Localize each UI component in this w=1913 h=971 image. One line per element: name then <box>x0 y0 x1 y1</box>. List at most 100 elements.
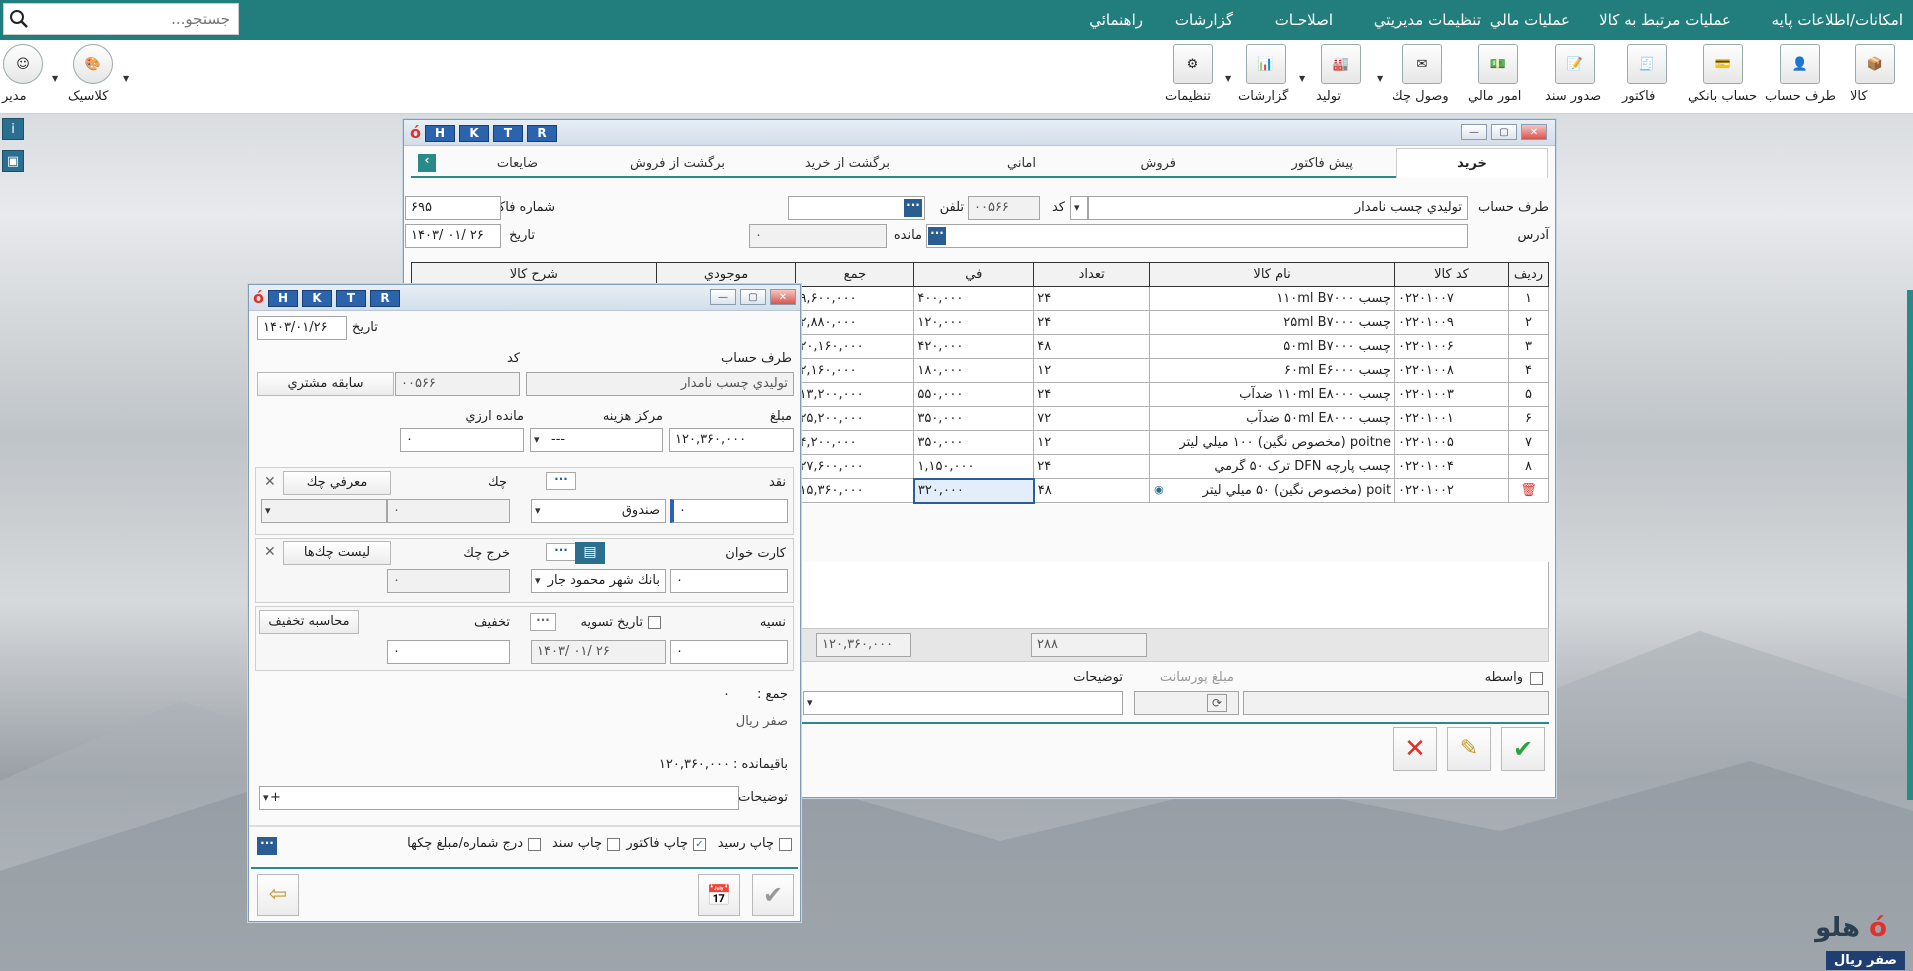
tab-proforma[interactable]: پيش فاکتور <box>1291 156 1353 171</box>
refresh-icon[interactable]: ⟳ <box>1207 694 1227 712</box>
hotkey-h[interactable]: H <box>268 289 298 307</box>
chevron-down-icon[interactable]: ▼ <box>52 74 58 83</box>
tool-production[interactable]: 🏭 توليد <box>1316 44 1366 110</box>
menu-reports[interactable]: گزارشات <box>1175 11 1233 29</box>
menu-help[interactable]: راهنمائي <box>1089 11 1143 29</box>
row-number-cell[interactable]: ۳ <box>1507 334 1550 359</box>
row-number-cell[interactable]: ۱ <box>1507 286 1550 311</box>
quantity-cell[interactable]: ۴۸ <box>1033 334 1151 359</box>
cheque-dropdown[interactable] <box>261 499 387 523</box>
minimize-icon[interactable]: — <box>710 289 736 305</box>
more-icon[interactable]: ··· <box>546 543 576 561</box>
price-cell[interactable]: ۳۲۰,۰۰۰ <box>912 477 1035 504</box>
address-field[interactable] <box>926 224 1468 248</box>
add-description[interactable]: + <box>270 787 281 809</box>
credit-field[interactable]: ۰ <box>670 640 788 664</box>
name-cell[interactable]: چسب ۵۰ml B۷۰۰۰ <box>1149 334 1396 359</box>
code-cell[interactable]: ۰۲۲۰۱۰۰۶ <box>1394 334 1509 359</box>
hotkey-h[interactable]: H <box>425 124 455 142</box>
tab-sales-return[interactable]: برگشت از فروش <box>630 156 725 171</box>
row-number-cell[interactable]: ۸ <box>1507 454 1550 479</box>
discount-field[interactable]: ۰ <box>387 640 510 664</box>
row-number-cell[interactable]: 🗑 <box>1507 478 1550 503</box>
quantity-cell[interactable]: ۲۴ <box>1033 310 1151 335</box>
quantity-cell[interactable]: ۱۲ <box>1033 358 1151 383</box>
close-icon[interactable]: ✕ <box>264 544 276 560</box>
name-cell[interactable]: چسب ۵۰ml E۸۰۰۰ ضدآب <box>1149 406 1396 431</box>
search-icon[interactable] <box>4 4 34 34</box>
settle-date-field[interactable]: ۱۴۰۳/ ۰۱/ ۲۶ <box>531 640 666 664</box>
column-header[interactable]: موجودي <box>655 262 797 287</box>
total-cell[interactable]: ۴,۲۰۰,۰۰۰ <box>795 430 915 455</box>
cash-field[interactable]: ۰ <box>670 499 788 523</box>
row-number-cell[interactable]: ۶ <box>1507 406 1550 431</box>
row-number-cell[interactable]: ۴ <box>1507 358 1550 383</box>
description-field[interactable] <box>803 691 1123 715</box>
cheque-list-button[interactable]: ليست چك‌ها <box>283 541 391 565</box>
quantity-cell[interactable]: ۴۸ <box>1033 478 1151 503</box>
price-cell[interactable]: ۱۲۰,۰۰۰ <box>913 310 1035 335</box>
price-cell[interactable]: ۳۵۰,۰۰۰ <box>913 430 1035 455</box>
total-cell[interactable]: ۲۰,۱۶۰,۰۰۰ <box>795 334 915 359</box>
invoice-number-field[interactable]: ۶۹۵ <box>405 196 501 220</box>
quantity-cell[interactable]: ۲۴ <box>1033 454 1151 479</box>
quantity-cell[interactable]: ۷۲ <box>1033 406 1151 431</box>
party-field[interactable]: توليدي چسب نامدار <box>1088 196 1468 220</box>
cancel-button[interactable]: ✕ <box>1393 727 1437 771</box>
code-cell[interactable]: ۰۲۲۰۱۰۰۴ <box>1394 454 1509 479</box>
menu-base-info[interactable]: امکانات/اطلاعات پايه <box>1772 11 1903 29</box>
payment-date-field[interactable]: ۱۴۰۳/۰۱/۲۶ <box>257 316 347 340</box>
maximize-icon[interactable]: ▢ <box>740 289 766 305</box>
tool-bank-account[interactable]: 💳 حساب بانکي <box>1688 44 1758 110</box>
close-icon[interactable]: ✕ <box>1521 124 1547 140</box>
cost-center-dropdown[interactable]: --- <box>530 428 663 452</box>
name-cell[interactable]: چسب ۱۱۰ml E۸۰۰۰ ضدآب <box>1149 382 1396 407</box>
price-cell[interactable]: ۱,۱۵۰,۰۰۰ <box>913 454 1035 479</box>
quantity-cell[interactable]: ۱۲ <box>1033 430 1151 455</box>
code-cell[interactable]: ۰۲۲۰۱۰۰۸ <box>1394 358 1509 383</box>
total-cell[interactable]: ۱۳,۲۰۰,۰۰۰ <box>795 382 915 407</box>
quantity-cell[interactable]: ۲۴ <box>1033 286 1151 311</box>
cash-box-dropdown[interactable]: صندوق <box>531 499 666 523</box>
calendar-button[interactable]: 📅 <box>698 874 740 916</box>
column-header[interactable]: جمع <box>795 262 915 287</box>
more-icon[interactable]: ··· <box>928 227 946 245</box>
column-header[interactable]: تعداد <box>1033 262 1151 287</box>
menu-corrections[interactable]: اصلاحـات <box>1275 11 1333 29</box>
customer-history-button[interactable]: سابقه مشتري <box>257 372 394 396</box>
price-cell[interactable]: ۱۸۰,۰۰۰ <box>913 358 1035 383</box>
total-cell[interactable]: ۹,۶۰۰,۰۰۰ <box>795 286 915 311</box>
total-cell[interactable]: ۲,۱۶۰,۰۰۰ <box>795 358 915 383</box>
total-cell[interactable]: ۲۷,۶۰۰,۰۰۰ <box>795 454 915 479</box>
code-cell[interactable]: ۰۲۲۰۱۰۰۹ <box>1394 310 1509 335</box>
name-cell[interactable]: چسب پارچه DFN ترک ۵۰ گرمي <box>1149 454 1396 479</box>
hotkey-t[interactable]: T <box>493 124 523 142</box>
price-cell[interactable]: ۳۵۰,۰۰۰ <box>913 406 1035 431</box>
total-cell[interactable]: ۲۵,۲۰۰,۰۰۰ <box>795 406 915 431</box>
tool-settings[interactable]: ⚙ تنظيمات <box>1165 44 1220 110</box>
hotkey-k[interactable]: K <box>459 124 489 142</box>
date-field[interactable]: ۱۴۰۳/ ۰۱/ ۲۶ <box>405 224 501 248</box>
print-invoice-checkbox[interactable]: ✓ <box>693 838 706 851</box>
tool-theme[interactable]: 🎨 کلاسيک <box>68 44 118 110</box>
chevron-left-icon[interactable]: ‹ <box>418 154 436 172</box>
tool-issue-document[interactable]: 📝 صدور سند <box>1545 44 1605 110</box>
amount-field[interactable]: ۱۲۰,۳۶۰,۰۰۰ <box>669 428 794 452</box>
broker-field[interactable] <box>1243 691 1549 715</box>
tool-user[interactable]: ☺ مدير <box>2 44 44 110</box>
chevron-down-icon[interactable]: ▼ <box>1377 74 1383 83</box>
tool-items[interactable]: 📦 کالا <box>1850 44 1900 110</box>
info-icon[interactable]: i <box>2 118 24 140</box>
tab-waste[interactable]: ضايعات <box>497 156 538 171</box>
description-dropdown[interactable]: + <box>259 786 739 810</box>
quantity-cell[interactable]: ۲۴ <box>1033 382 1151 407</box>
column-header[interactable]: نام کالا <box>1149 262 1396 287</box>
calculate-discount-button[interactable]: محاسبه تخفيف <box>259 610 359 634</box>
print-receipt-checkbox[interactable] <box>779 838 792 851</box>
price-cell[interactable]: ۵۵۰,۰۰۰ <box>913 382 1035 407</box>
name-cell[interactable]: چسب ۲۵ml B۷۰۰۰ <box>1149 310 1396 335</box>
menu-financial[interactable]: عمليات مالي <box>1490 11 1570 29</box>
total-cell[interactable]: ۱۵,۳۶۰,۰۰۰ <box>795 478 915 503</box>
search-box[interactable] <box>3 3 239 35</box>
contact-card-icon[interactable]: ▣ <box>2 150 24 172</box>
